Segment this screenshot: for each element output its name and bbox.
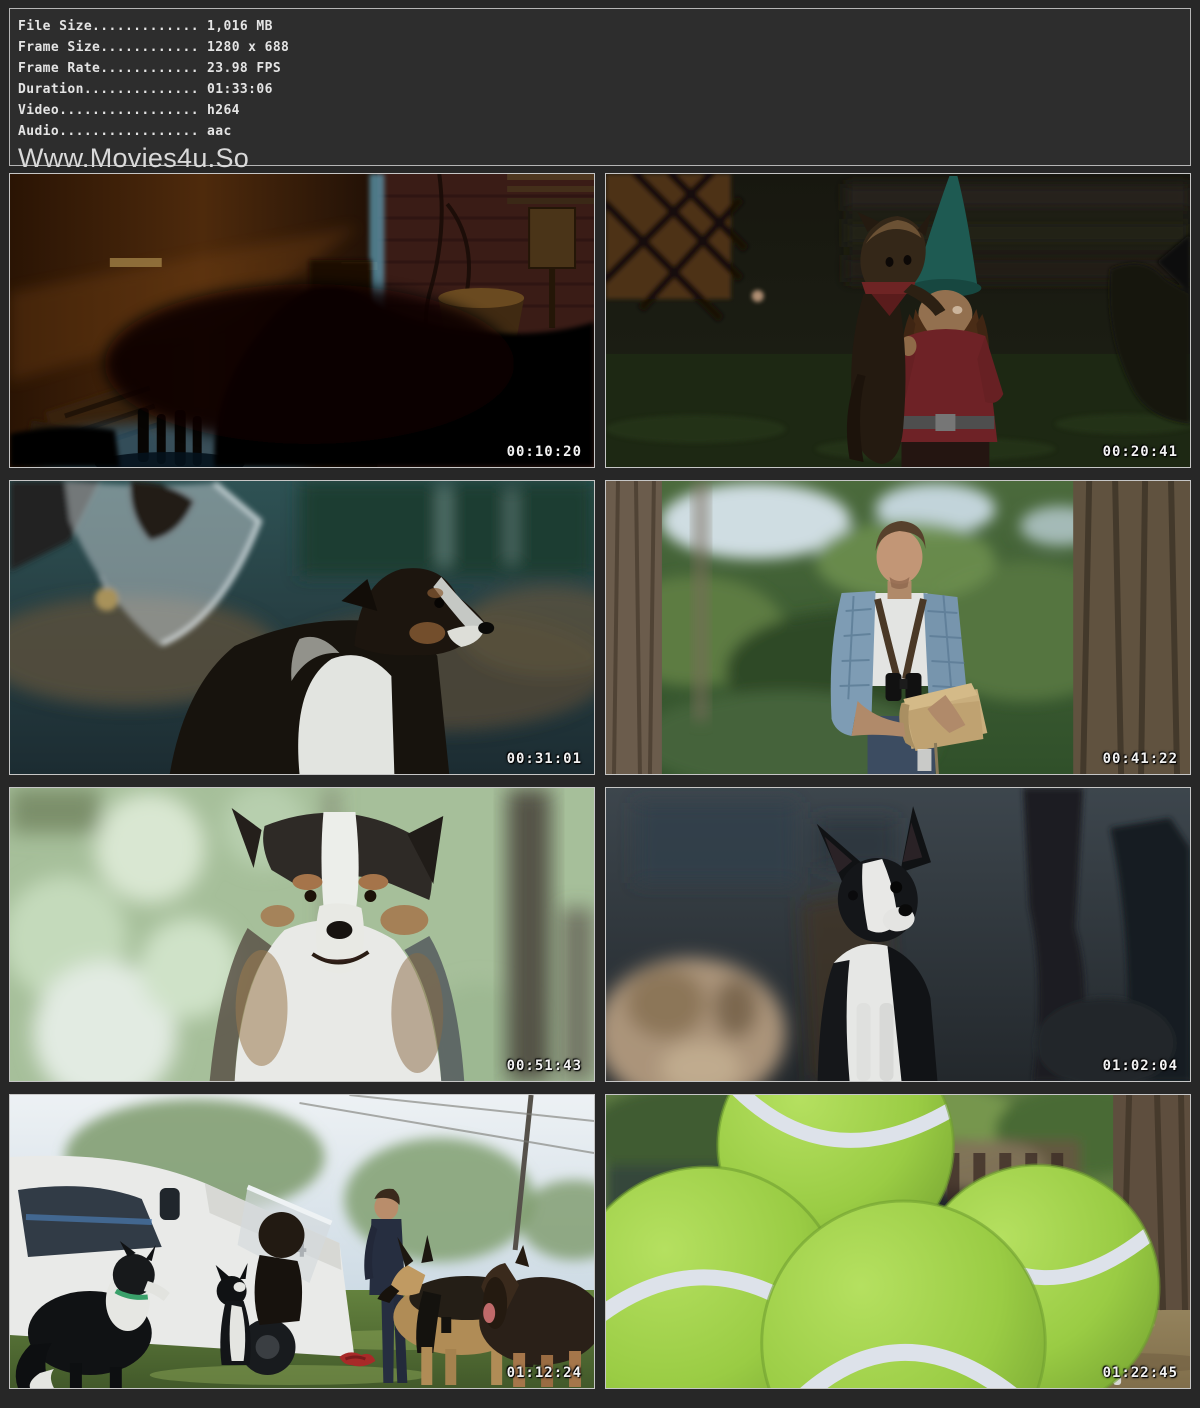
media-info-dots: ................. (59, 103, 199, 118)
media-info-row: Audio................. aac (18, 121, 1176, 142)
media-info-value: h264 (207, 103, 240, 118)
scene-barn-dog-illustration (10, 481, 594, 774)
media-info-value: 1280 x 688 (207, 40, 289, 55)
media-info-dots: ............. (92, 19, 199, 34)
scene-k9-group-illustration: 14 (10, 1095, 594, 1388)
timestamp-overlay: 01:02:04 (1103, 1058, 1178, 1074)
scene-gnome-night-illustration (606, 174, 1190, 467)
media-info-row: File Size............. 1,016 MB (18, 16, 1176, 37)
movie-screenshot-5: 00:51:43 (9, 787, 595, 1082)
scene-dog-closeup-illustration (10, 788, 594, 1081)
media-info-dots: .............. (84, 82, 199, 97)
media-info-label: Video (18, 103, 59, 118)
media-info-dots: ................. (59, 124, 199, 139)
media-info-row: Frame Rate............ 23.98 FPS (18, 58, 1176, 79)
media-info-row: Duration.............. 01:33:06 (18, 79, 1176, 100)
media-info-panel: File Size............. 1,016 MB Frame Siz… (9, 8, 1191, 166)
movie-screenshot-3: 00:31:01 (9, 480, 595, 775)
movie-screenshot-8: 01:22:45 (605, 1094, 1191, 1389)
media-info-label: Audio (18, 124, 59, 139)
movie-screenshot-2: 00:20:41 (605, 173, 1191, 468)
movie-screenshot-7: 14 (9, 1094, 595, 1389)
scene-boston-terrier-illustration (606, 788, 1190, 1081)
media-info-label: File Size (18, 19, 92, 34)
movie-screenshot-6: 01:02:04 (605, 787, 1191, 1082)
scene-forest-man-illustration (606, 481, 1190, 774)
media-info-row: Video................. h264 (18, 100, 1176, 121)
movie-screenshot-4: 00:41:22 (605, 480, 1191, 775)
screenshot-grid: 00:10:20 (9, 173, 1191, 1389)
timestamp-overlay: 00:51:43 (507, 1058, 582, 1074)
timestamp-overlay: 00:31:01 (507, 751, 582, 767)
timestamp-overlay: 00:41:22 (1103, 751, 1178, 767)
scene-tennis-balls-illustration (606, 1095, 1190, 1388)
timestamp-overlay: 01:22:45 (1103, 1365, 1178, 1381)
scene-night-alley-illustration (10, 174, 594, 467)
media-info-dots: ............ (100, 61, 199, 76)
media-info-value: 1,016 MB (207, 19, 273, 34)
media-info-value: aac (207, 124, 232, 139)
media-info-label: Frame Size (18, 40, 100, 55)
media-info-row: Frame Size............ 1280 x 688 (18, 37, 1176, 58)
site-watermark: Www.Movies4u.So (18, 143, 1176, 173)
timestamp-overlay: 00:20:41 (1103, 444, 1178, 460)
media-info-label: Frame Rate (18, 61, 100, 76)
media-info-value: 01:33:06 (207, 82, 273, 97)
media-info-label: Duration (18, 82, 84, 97)
timestamp-overlay: 01:12:24 (507, 1365, 582, 1381)
timestamp-overlay: 00:10:20 (507, 444, 582, 460)
movie-screenshot-1: 00:10:20 (9, 173, 595, 468)
media-info-dots: ............ (100, 40, 199, 55)
media-info-value: 23.98 FPS (207, 61, 281, 76)
